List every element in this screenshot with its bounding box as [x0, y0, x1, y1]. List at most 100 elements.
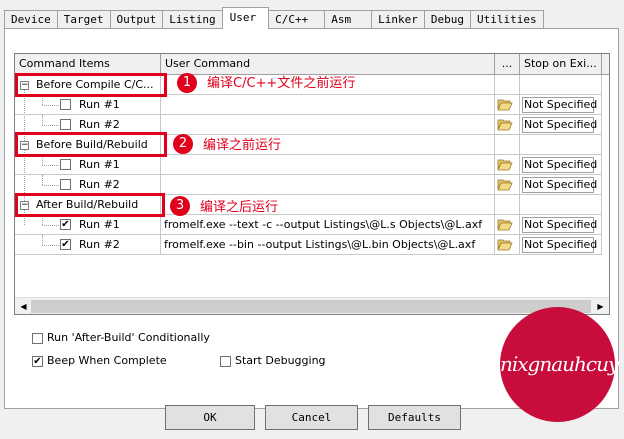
tree-branch — [42, 185, 59, 186]
header-browse[interactable]: ... — [495, 54, 520, 75]
tab-utilities[interactable]: Utilities — [469, 10, 544, 29]
run-item-cell: ✔ Run #2 — [15, 235, 161, 255]
run-checkbox[interactable]: ✔ — [60, 239, 71, 250]
run-after-build-label: Run 'After-Build' Conditionally — [47, 331, 210, 344]
tab-listing[interactable]: Listing — [162, 10, 223, 29]
user-command-input[interactable] — [161, 155, 495, 175]
folder-open-icon[interactable] — [497, 97, 513, 111]
table-row: Run #1 Not Specified — [15, 95, 609, 115]
tree-branch — [42, 175, 43, 185]
folder-open-icon[interactable] — [497, 157, 513, 171]
browse-cell — [495, 95, 520, 115]
user-command-input[interactable] — [161, 115, 495, 135]
stop-on-exit-select[interactable]: Not Specified — [522, 117, 597, 133]
annotation-number-1: 1 — [177, 73, 197, 93]
run-label: Run #2 — [79, 178, 120, 191]
annotation-box-2 — [15, 132, 167, 157]
tab-output[interactable]: Output — [109, 10, 164, 29]
horizontal-scrollbar[interactable]: ◀ ▶ — [15, 297, 609, 314]
tab-device[interactable]: Device — [4, 10, 58, 29]
defaults-button[interactable]: Defaults — [368, 405, 461, 430]
folder-open-icon[interactable] — [497, 177, 513, 191]
annotation-text-2: 编译之前运行 — [203, 138, 282, 153]
tree-branch — [42, 165, 59, 166]
tree-branch — [42, 225, 59, 226]
run-checkbox[interactable] — [60, 179, 71, 190]
annotation-box-1 — [15, 73, 167, 97]
scroll-left-icon[interactable]: ◀ — [16, 299, 31, 314]
run-checkbox[interactable] — [60, 119, 71, 130]
folder-open-icon[interactable] — [497, 117, 513, 131]
group-browse-cell — [495, 75, 520, 95]
stop-select-cell: Not Specified — [520, 215, 602, 235]
tree-branch — [42, 235, 43, 245]
annotation-box-3 — [15, 193, 165, 217]
stop-select-cell: Not Specified — [520, 155, 602, 175]
run-item-cell: Run #2 — [15, 175, 161, 195]
browse-cell — [495, 215, 520, 235]
ok-button[interactable]: OK — [165, 405, 255, 430]
start-debugging-label: Start Debugging — [235, 354, 326, 367]
annotation-number-3: 3 — [170, 196, 190, 216]
user-command-input[interactable] — [161, 95, 495, 115]
run-after-build-option[interactable]: Run 'After-Build' Conditionally — [32, 331, 210, 344]
table-row: Run #2 Not Specified — [15, 175, 609, 195]
stop-select-cell: Not Specified — [520, 175, 602, 195]
run-after-build-checkbox[interactable] — [32, 332, 43, 344]
browse-cell — [495, 115, 520, 135]
tab-linker[interactable]: Linker — [371, 10, 425, 29]
tab-target[interactable]: Target — [56, 10, 111, 29]
user-command-input[interactable] — [161, 175, 495, 195]
stop-on-exit-select[interactable]: Not Specified — [522, 157, 597, 173]
tree-branch — [42, 245, 59, 246]
run-label: Run #1 — [79, 158, 120, 171]
run-checkbox[interactable] — [60, 159, 71, 170]
user-command-input[interactable]: fromelf.exe --bin --output Listings\@L.b… — [161, 235, 495, 255]
user-command-input[interactable]: fromelf.exe --text -c --output Listings\… — [161, 215, 495, 235]
start-debugging-option[interactable]: Start Debugging — [220, 354, 326, 367]
cancel-button[interactable]: Cancel — [265, 405, 358, 430]
watermark-logo: nixgnauhcuy — [500, 307, 619, 422]
beep-checkbox[interactable]: ✔ — [32, 355, 43, 367]
header-stop-on-exit[interactable]: Stop on Exi... — [520, 54, 602, 75]
header-extra — [602, 54, 609, 75]
tab-debug[interactable]: Debug — [423, 10, 471, 29]
stop-on-exit-select[interactable]: Not Specified — [522, 177, 597, 193]
start-debugging-checkbox[interactable] — [220, 355, 231, 367]
table-row: Run #1 Not Specified — [15, 155, 609, 175]
group-browse-cell — [495, 135, 520, 155]
beep-option[interactable]: ✔ Beep When Complete — [32, 354, 167, 367]
table-row: ✔ Run #2 fromelf.exe --bin --output List… — [15, 235, 609, 255]
run-label: Run #1 — [79, 218, 120, 231]
tree-branch — [42, 105, 59, 106]
tree-branch — [42, 115, 43, 125]
stop-on-exit-select[interactable]: Not Specified — [522, 217, 597, 233]
group-stop-cell — [520, 75, 602, 95]
stop-on-exit-select[interactable]: Not Specified — [522, 97, 597, 113]
run-item-cell: Run #1 — [15, 95, 161, 115]
scroll-right-icon[interactable]: ▶ — [593, 299, 608, 314]
scrollbar-thumb[interactable] — [31, 300, 591, 313]
stop-on-exit-select[interactable]: Not Specified — [522, 237, 597, 253]
folder-open-icon[interactable] — [497, 237, 513, 251]
tab-user[interactable]: User — [221, 7, 270, 29]
folder-open-icon[interactable] — [497, 217, 513, 231]
tree-branch — [42, 125, 59, 126]
browse-cell — [495, 155, 520, 175]
stop-select-cell: Not Specified — [520, 235, 602, 255]
annotation-number-2: 2 — [173, 134, 193, 154]
tab-c-cpp[interactable]: C/C++ — [268, 10, 326, 29]
stop-select-cell: Not Specified — [520, 95, 602, 115]
run-item-cell: ✔ Run #1 — [15, 215, 161, 235]
group-stop-cell — [520, 195, 602, 215]
annotation-text-3: 编译之后运行 — [200, 200, 279, 215]
group-browse-cell — [495, 195, 520, 215]
run-checkbox[interactable] — [60, 99, 71, 110]
run-checkbox[interactable]: ✔ — [60, 219, 71, 230]
header-command-items[interactable]: Command Items — [15, 54, 161, 75]
run-item-cell: Run #1 — [15, 155, 161, 175]
tab-asm[interactable]: Asm — [324, 10, 373, 29]
beep-label: Beep When Complete — [47, 354, 167, 367]
annotation-text-1: 编译C/C++文件之前运行 — [207, 76, 356, 91]
table-row: ✔ Run #1 fromelf.exe --text -c --output … — [15, 215, 609, 235]
